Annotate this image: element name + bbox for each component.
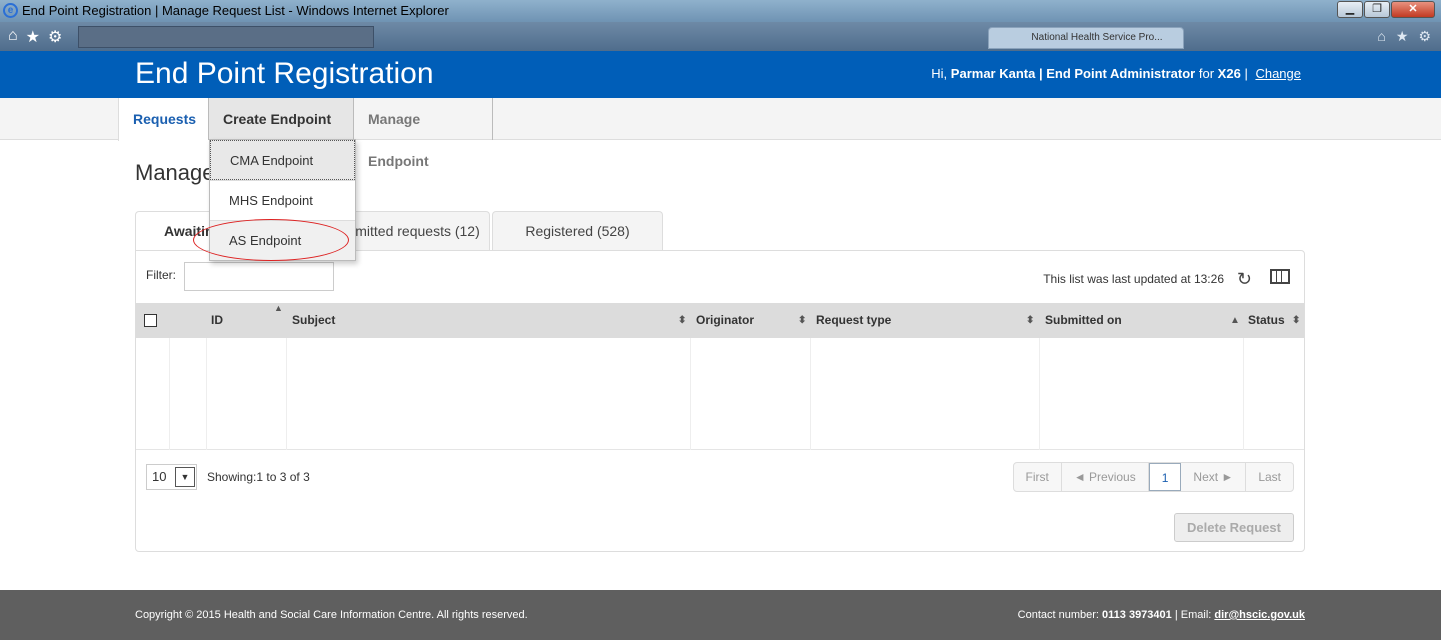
sort-icon[interactable]: ⬍ xyxy=(798,303,806,338)
main-nav: Requests Create Endpoint Manage Endpoint xyxy=(0,98,1441,169)
gear-icon[interactable]: ⚙ xyxy=(1418,28,1431,45)
col-submitted-on[interactable]: Submitted on xyxy=(1045,303,1122,338)
window-title-bar: e End Point Registration | Manage Reques… xyxy=(0,0,1441,22)
nav-manage-endpoint[interactable]: Manage Endpoint xyxy=(354,98,493,169)
sort-icon[interactable]: ⬍ xyxy=(1292,303,1300,338)
filter-label: Filter: xyxy=(146,268,176,282)
filter-input[interactable] xyxy=(184,262,334,291)
chevron-down-icon[interactable]: ▼ xyxy=(175,467,195,487)
next-button[interactable]: Next ► xyxy=(1181,463,1247,491)
pagination: First ◄ Previous 1 Next ► Last xyxy=(1012,462,1294,492)
copyright-text: Copyright © 2015 Health and Social Care … xyxy=(135,609,528,621)
ie-logo-icon: e xyxy=(3,3,18,18)
browser-tab[interactable]: National Health Service Pro... xyxy=(988,27,1184,49)
first-button[interactable]: First xyxy=(1014,463,1062,491)
phone-number: 0113 3973401 xyxy=(1102,609,1172,621)
home-icon[interactable]: ⌂ xyxy=(1377,28,1385,45)
nav-create-endpoint[interactable]: Create Endpoint xyxy=(208,98,354,165)
footer: Copyright © 2015 Health and Social Care … xyxy=(0,590,1441,640)
sort-icon[interactable]: ⬍ xyxy=(678,303,686,338)
col-originator[interactable]: Originator xyxy=(696,303,754,338)
sort-icon[interactable]: ⬍ xyxy=(1026,303,1034,338)
star-icon[interactable]: ★ xyxy=(26,27,40,47)
close-icon[interactable]: ✕ xyxy=(1391,1,1435,18)
col-request-type[interactable]: Request type xyxy=(816,303,891,338)
gear-icon[interactable]: ⚙ xyxy=(48,27,62,47)
app-header: End Point Registration Hi, Parmar Kanta … xyxy=(0,51,1441,98)
contact-prefix: Contact number: xyxy=(1017,609,1099,621)
minimize-icon[interactable]: ▁ xyxy=(1337,1,1363,18)
col-id[interactable]: ID xyxy=(211,303,223,338)
showing-text: Showing:1 to 3 of 3 xyxy=(207,470,310,484)
window-title: End Point Registration | Manage Request … xyxy=(22,3,449,18)
last-button[interactable]: Last xyxy=(1246,463,1293,491)
user-name: Parmar Kanta xyxy=(950,66,1036,81)
table-header: ID ▲ Subject ⬍ Originator ⬍ Request type… xyxy=(136,303,1304,338)
user-role: | End Point Administrator xyxy=(1038,66,1196,81)
tab-registered[interactable]: Registered (528) xyxy=(492,211,663,251)
col-status[interactable]: Status xyxy=(1248,303,1285,338)
for-label: for xyxy=(1198,66,1215,81)
app-title: End Point Registration xyxy=(135,57,434,90)
page-size-value: 10 xyxy=(152,469,167,484)
sort-asc-icon[interactable]: ▲ xyxy=(1230,303,1240,338)
nav-create-label: Create Endpoint xyxy=(223,111,332,127)
page-size-select[interactable]: 10 ▼ xyxy=(146,464,197,490)
highlight-annotation xyxy=(193,219,349,261)
email-link[interactable]: dir@hscic.gov.uk xyxy=(1214,609,1305,621)
user-info: Hi, Parmar Kanta | End Point Administrat… xyxy=(931,66,1301,81)
org-code: X26 xyxy=(1217,66,1241,81)
greeting: Hi, xyxy=(931,66,948,81)
contact-info: Contact number: 0113 3973401 | Email: di… xyxy=(1018,609,1305,621)
restore-icon[interactable]: ❐ xyxy=(1364,1,1390,18)
separator: | xyxy=(1244,66,1248,81)
select-all-checkbox[interactable] xyxy=(144,314,157,327)
delete-request-button[interactable]: Delete Request xyxy=(1174,513,1294,542)
refresh-icon[interactable]: ↻ xyxy=(1237,269,1252,290)
table-body xyxy=(136,338,1304,450)
browser-toolbar: ⌂ ★ ⚙ National Health Service Pro... ⌂ ★… xyxy=(0,22,1441,51)
requests-panel: Filter: This list was last updated at 13… xyxy=(135,250,1305,552)
page-1-button[interactable]: 1 xyxy=(1148,463,1182,491)
home-icon[interactable]: ⌂ xyxy=(8,27,18,47)
page-title: Manage xyxy=(135,160,215,185)
columns-icon[interactable] xyxy=(1270,269,1290,284)
nav-requests[interactable]: Requests xyxy=(118,98,208,141)
col-subject[interactable]: Subject xyxy=(292,303,335,338)
menu-item-mhs-endpoint[interactable]: MHS Endpoint xyxy=(210,180,355,220)
menu-item-cma-endpoint[interactable]: CMA Endpoint xyxy=(210,140,355,180)
last-updated-text: This list was last updated at 13:26 xyxy=(1043,272,1224,286)
change-link[interactable]: Change xyxy=(1255,66,1301,81)
sort-icon[interactable]: ▲ xyxy=(274,303,283,313)
previous-button[interactable]: ◄ Previous xyxy=(1062,463,1149,491)
star-icon[interactable]: ★ xyxy=(1396,28,1409,45)
email-prefix: | Email: xyxy=(1174,609,1212,621)
address-bar[interactable] xyxy=(78,26,374,48)
window-controls: ▁ ❐ ✕ xyxy=(1337,1,1435,18)
